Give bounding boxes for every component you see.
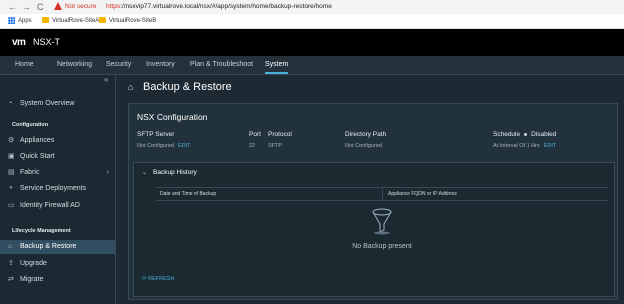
backup-icon: ⌂ [8,243,13,250]
sidebar: « ◔ System Overview Configuration ⚙ Applia… [0,75,116,304]
protocol-value: SFTP [268,143,283,149]
url-path: ://nsxvip77.virtualrove.local/nsx/#/app/… [120,3,332,10]
address-bar: ← → C Not secure https://nsxvip77.virtua… [0,0,624,15]
tab-networking[interactable]: Networking [57,56,92,74]
forward-button[interactable]: → [22,2,31,12]
port-label: Port [249,131,261,138]
sidebar-item-identity-firewall-ad[interactable]: ▭ Identity Firewall AD [0,199,115,213]
table-header-divider [156,200,608,201]
bookmark-site-b[interactable]: VirtualRove-SiteB [99,16,156,26]
backup-history-header[interactable]: ⌄ Backup History [142,169,197,176]
protocol-label: Protocol [268,131,292,138]
main-tabs: Home Networking Security Inventory Plan … [0,56,624,75]
schedule-value: At Interval Of 1 Hrs EDIT [493,143,557,149]
browser-chrome: ← → C Not secure https://nsxvip77.virtua… [0,0,624,29]
backup-icon: ⌂ [128,82,134,92]
sidebar-group-configuration: Configuration [12,122,49,128]
url-scheme: https [106,3,121,10]
directory-path-value: Not Configured [345,143,382,149]
refresh-button[interactable]: ⟳ REFRESH [142,276,174,282]
reload-button[interactable]: C [37,2,44,12]
collapse-sidebar-button[interactable]: « [104,75,108,84]
sidebar-item-appliances[interactable]: ⚙ Appliances [0,134,115,148]
nsx-configuration-card: NSX Configuration SFTP Server Not Config… [128,103,618,300]
bookmark-apps[interactable]: Apps [8,16,32,26]
bookmarks-bar: Apps VirtualRove-SiteA VirtualRove-SiteB [0,14,624,29]
folder-icon [42,17,49,24]
empty-funnel-icon [372,208,392,235]
empty-state-message: No Backup present [352,243,412,250]
edit-schedule-button[interactable]: EDIT [544,143,557,149]
identity-icon: ▭ [8,202,15,209]
chevron-down-icon: ⌄ [142,170,148,176]
sftp-server-label: SFTP Server [137,131,175,138]
tab-home[interactable]: Home [15,56,34,74]
tab-plan-troubleshoot[interactable]: Plan & Troubleshoot [190,56,253,74]
sidebar-item-system-overview[interactable]: ◔ System Overview [0,97,115,111]
sidebar-group-lifecycle: Lifecycle Management [12,228,71,234]
sidebar-item-quick-start[interactable]: ▣ Quick Start [0,150,115,164]
sidebar-item-backup-restore[interactable]: ⌂ Backup & Restore [0,240,115,254]
page-title: ⌂ Backup & Restore [128,81,232,93]
appliances-icon: ⚙ [8,137,15,144]
sidebar-item-upgrade[interactable]: ⇪ Upgrade [0,257,115,271]
upgrade-icon: ⇪ [8,260,14,267]
main-content: ⌂ Backup & Restore NSX Configuration SFTP… [116,75,624,304]
service-icon: ⚬ [8,185,14,192]
tab-security[interactable]: Security [106,56,131,74]
chevron-right-icon: › [106,169,109,176]
card-title: NSX Configuration [137,112,208,122]
app-header: vm NSX-T [0,29,624,56]
product-name: NSX-T [33,37,60,47]
column-appliance-fqdn[interactable]: Appliance FQDN or IP Address [388,188,457,200]
not-secure-label[interactable]: Not secure [65,2,96,12]
schedule-status: Disabled [531,131,557,138]
fabric-icon: ▤ [8,169,15,176]
backup-history-panel: ⌄ Backup History Date and Time of Backup … [133,162,615,297]
status-dot-icon [524,132,528,136]
sidebar-item-migrate[interactable]: ⇄ Migrate [0,273,115,287]
warning-icon [54,2,62,10]
apps-grid-icon [8,16,15,24]
edit-sftp-button[interactable]: EDIT [178,143,191,149]
back-button[interactable]: ← [8,2,17,12]
sidebar-item-service-deployments[interactable]: ⚬ Service Deployments [0,182,115,196]
tab-system[interactable]: System [265,56,289,74]
url-field[interactable]: https://nsxvip77.virtualrove.local/nsx/#… [106,2,332,12]
port-value: 22 [249,143,256,149]
refresh-icon: ⟳ [142,276,147,282]
backup-history-table: Date and Time of Backup Appliance FQDN o… [156,187,608,258]
dashboard-icon: ◔ [8,100,13,107]
folder-icon [99,17,106,24]
bookmark-site-a[interactable]: VirtualRove-SiteA [42,16,99,26]
column-divider [382,188,383,200]
column-date-time[interactable]: Date and Time of Backup [160,188,216,200]
vmware-logo: vm [12,37,26,48]
directory-path-label: Directory Path [345,131,387,138]
tab-inventory[interactable]: Inventory [146,56,175,74]
schedule-label: Schedule Disabled [493,131,557,138]
migrate-icon: ⇄ [8,276,14,283]
sidebar-item-fabric[interactable]: ▤ Fabric › [0,166,115,180]
quick-start-icon: ▣ [8,153,15,160]
sftp-server-value: Not Configured EDIT [137,143,191,149]
